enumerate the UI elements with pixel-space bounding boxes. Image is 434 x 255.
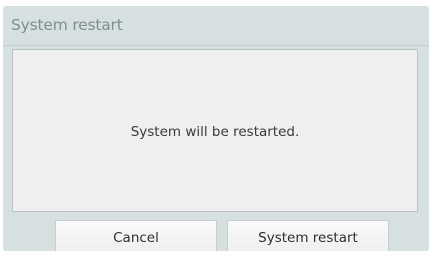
system-restart-button-label: System restart — [258, 230, 358, 246]
title-divider — [3, 45, 429, 46]
page: System restart System will be restarted.… — [0, 0, 434, 255]
dialog-title: System restart — [11, 16, 123, 34]
restart-dialog: System restart System will be restarted.… — [3, 6, 429, 251]
system-restart-button[interactable]: System restart — [227, 220, 389, 251]
message-panel: System will be restarted. — [12, 49, 418, 212]
cancel-button[interactable]: Cancel — [55, 220, 217, 251]
cancel-button-label: Cancel — [113, 230, 159, 246]
dialog-message: System will be restarted. — [130, 123, 300, 140]
